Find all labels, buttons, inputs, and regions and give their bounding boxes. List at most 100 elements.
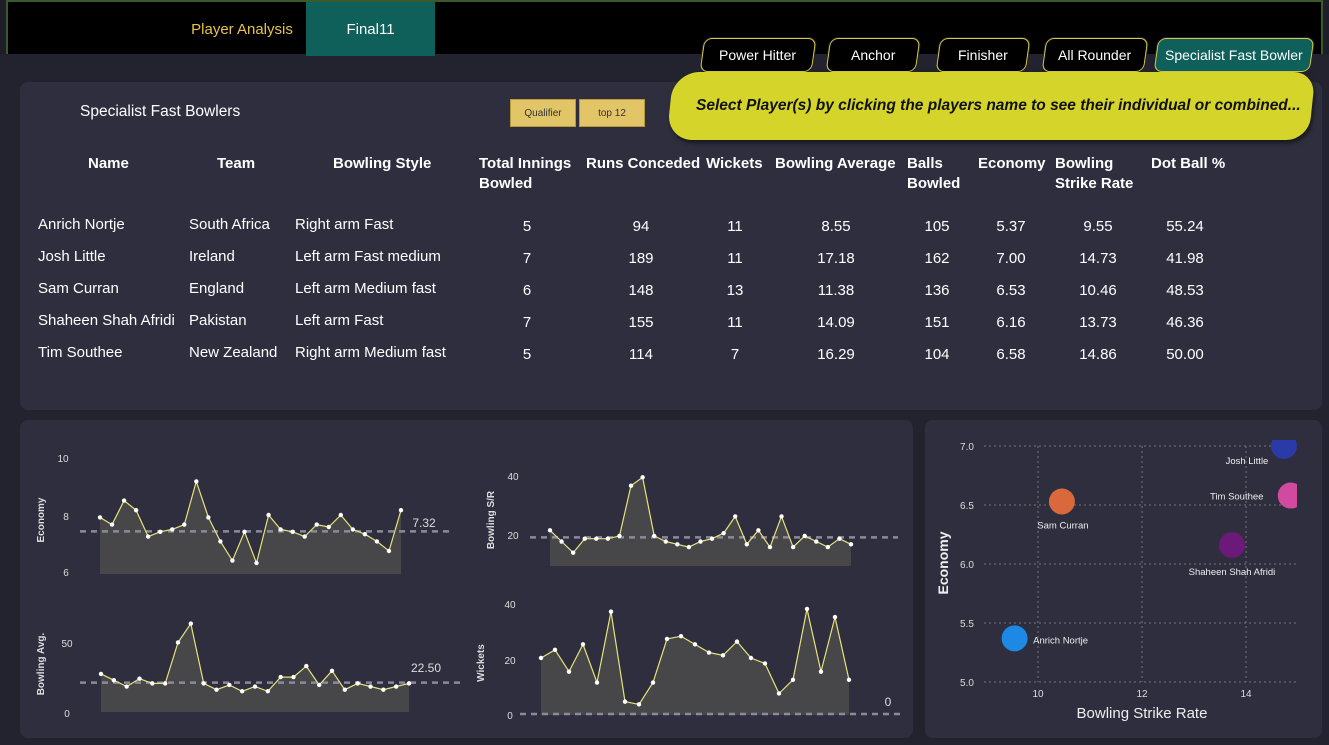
- economy-point: [109, 522, 115, 527]
- economy-point: [158, 529, 163, 534]
- wickets-point: [594, 680, 600, 685]
- economy-point: [398, 508, 404, 513]
- economy-point: [170, 527, 175, 532]
- economy-point: [97, 515, 103, 520]
- bowling_sr-point: [628, 483, 634, 488]
- bowling_sr-point: [594, 536, 599, 541]
- bowling_avg-point: [98, 671, 104, 677]
- scatter-point-label: Shaheen Shah Afridi: [1189, 567, 1276, 578]
- wickets-reference-label: 0: [885, 695, 892, 709]
- economy-point: [254, 560, 259, 566]
- bowling_avg-point: [355, 681, 360, 686]
- economy-point: [194, 479, 199, 484]
- economy-point: [133, 508, 139, 513]
- wickets-point: [608, 609, 614, 614]
- bowling_sr-point: [721, 530, 726, 536]
- economy-point: [278, 527, 283, 532]
- wickets-point: [552, 647, 558, 653]
- scatter-x-tick: 10: [1032, 689, 1044, 700]
- economy-tick-label: 8: [63, 512, 69, 523]
- economy-point: [145, 534, 151, 539]
- bowling_avg-point: [329, 668, 335, 673]
- bowling_avg-area: [101, 623, 409, 712]
- bowling_avg-line: [100, 622, 410, 693]
- wickets-point: [720, 653, 726, 658]
- wickets-axis-label: Wickets: [476, 644, 487, 682]
- scatter-y-tick: 6.5: [960, 501, 974, 512]
- wickets-point: [804, 606, 810, 612]
- bowling_avg-point: [175, 640, 181, 645]
- bowling_sr-point: [582, 536, 587, 541]
- bowling_sr-point: [547, 528, 553, 533]
- bowling_sr-point: [675, 542, 680, 547]
- economy-point: [206, 515, 211, 520]
- economy-point: [266, 512, 271, 518]
- scatter-x-tick: 14: [1240, 689, 1252, 700]
- scatter-point-label: Tim Southee: [1210, 492, 1264, 503]
- bowling_sr-point: [686, 544, 692, 550]
- wickets-point: [846, 677, 852, 683]
- bowling_avg-reference-label: 22.50: [411, 661, 441, 675]
- bowling_sr-point: [733, 514, 738, 519]
- bowling_avg-point: [214, 687, 219, 692]
- scatter-x-tick: 12: [1136, 689, 1148, 700]
- scatter-point[interactable]: [1218, 532, 1245, 559]
- bowling_avg-point: [381, 687, 386, 692]
- economy-point: [326, 524, 331, 530]
- bowling_sr-point: [767, 544, 773, 550]
- bowling_sr-tick-label: 40: [507, 472, 519, 483]
- wickets-point: [622, 699, 628, 704]
- scatter-point[interactable]: [1277, 482, 1304, 509]
- scatter-point[interactable]: [1270, 433, 1297, 459]
- economy-point: [242, 529, 247, 534]
- bowling_sr-point: [640, 475, 645, 480]
- economy-point: [386, 548, 392, 554]
- bowling_avg-point: [111, 678, 117, 683]
- bowling_sr-point: [570, 550, 576, 555]
- scatter-y-tick: 6.0: [960, 560, 974, 571]
- scatter-x-axis-label: Bowling Strike Rate: [1077, 705, 1208, 722]
- economy-point: [314, 522, 319, 527]
- wickets-point: [538, 655, 544, 661]
- bowling_avg-point: [278, 674, 283, 680]
- wickets-point: [762, 661, 768, 666]
- bowling_avg-tick-label: 0: [64, 709, 70, 720]
- wickets-tick-label: 0: [507, 711, 513, 722]
- economy-axis-label: Economy: [36, 497, 47, 542]
- wickets-point: [636, 702, 642, 707]
- economy-point: [121, 498, 127, 503]
- bowling_sr-point: [790, 544, 796, 550]
- bowling_avg-point: [342, 687, 348, 692]
- scatter-point[interactable]: [1048, 488, 1075, 515]
- wickets-point: [692, 642, 698, 647]
- wickets-tick-label: 40: [504, 600, 516, 611]
- bowling_avg-point: [227, 682, 232, 688]
- bowling_sr-point: [756, 528, 761, 533]
- scatter-point-label: Josh Little: [1226, 456, 1269, 467]
- scatter-point-label: Anrich Nortje: [1033, 635, 1088, 646]
- bowling_sr-point: [709, 536, 715, 541]
- economy-point: [290, 529, 295, 534]
- bowling_sr-point: [837, 536, 842, 541]
- bowling_sr-point: [802, 533, 807, 539]
- bowling_sr-point: [779, 514, 784, 519]
- economy-point: [182, 522, 187, 527]
- economy-point: [218, 539, 223, 544]
- bowling_sr-area: [550, 477, 851, 566]
- scatter-point[interactable]: [1001, 625, 1028, 652]
- wickets-point: [566, 669, 572, 674]
- bowling_sr-point: [559, 539, 564, 544]
- bowling_avg-point: [304, 663, 309, 669]
- bowling_sr-point: [825, 544, 831, 550]
- bowling_sr-point: [617, 533, 622, 539]
- bowling_sr-point: [663, 539, 668, 544]
- wickets-point: [650, 680, 656, 685]
- economy-tick-label: 6: [63, 568, 69, 579]
- wickets-tick-label: 20: [504, 656, 516, 667]
- scatter-point-label: Sam Curran: [1037, 520, 1088, 531]
- wickets-point: [790, 677, 796, 683]
- wickets-point: [580, 642, 586, 647]
- wickets-point: [706, 650, 712, 655]
- bowling_avg-point: [368, 684, 373, 689]
- wickets-point: [748, 655, 754, 661]
